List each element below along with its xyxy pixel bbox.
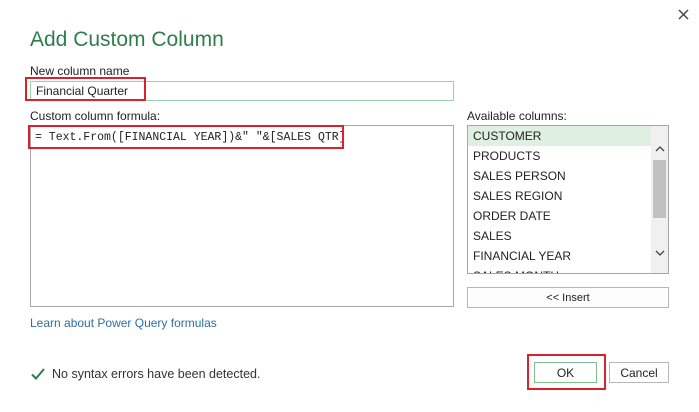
- close-icon: [678, 9, 688, 19]
- available-columns-list[interactable]: CUSTOMER PRODUCTS SALES PERSON SALES REG…: [467, 125, 669, 274]
- add-custom-column-dialog: Add Custom Column New column name Custom…: [0, 0, 699, 412]
- syntax-status-text: No syntax errors have been detected.: [52, 367, 261, 381]
- column-item-sales-person[interactable]: SALES PERSON: [468, 166, 652, 186]
- column-item-products[interactable]: PRODUCTS: [468, 146, 652, 166]
- close-button[interactable]: [673, 4, 693, 24]
- dialog-title: Add Custom Column: [30, 28, 224, 51]
- check-icon: [31, 368, 45, 380]
- new-column-name-input[interactable]: [31, 82, 453, 100]
- columns-scrollbar[interactable]: [651, 126, 668, 273]
- column-item-financial-year[interactable]: FINANCIAL YEAR: [468, 246, 652, 266]
- chevron-up-icon: [655, 145, 664, 151]
- chevron-down-icon: [655, 250, 664, 256]
- cancel-button[interactable]: Cancel: [609, 362, 669, 383]
- custom-formula-label: Custom column formula:: [30, 109, 161, 123]
- scroll-thumb[interactable]: [653, 160, 666, 218]
- formula-text: = Text.From([FINANCIAL YEAR])&" "&[SALES…: [35, 131, 346, 144]
- scroll-down-button[interactable]: [651, 244, 668, 261]
- new-column-name-label: New column name: [30, 64, 130, 78]
- column-item-sales-region[interactable]: SALES REGION: [468, 186, 652, 206]
- insert-button[interactable]: << Insert: [467, 287, 669, 308]
- custom-formula-editor[interactable]: = Text.From([FINANCIAL YEAR])&" "&[SALES…: [30, 125, 454, 307]
- column-item-customer[interactable]: CUSTOMER: [468, 126, 652, 146]
- column-item-order-date[interactable]: ORDER DATE: [468, 206, 652, 226]
- column-item-sales-month[interactable]: SALES MONTH: [468, 266, 652, 273]
- scroll-up-button[interactable]: [651, 140, 668, 157]
- ok-button[interactable]: OK: [534, 362, 597, 383]
- column-item-sales[interactable]: SALES: [468, 226, 652, 246]
- new-column-name-field[interactable]: [30, 81, 454, 101]
- learn-power-query-link[interactable]: Learn about Power Query formulas: [30, 316, 217, 330]
- available-columns-label: Available columns:: [467, 109, 567, 123]
